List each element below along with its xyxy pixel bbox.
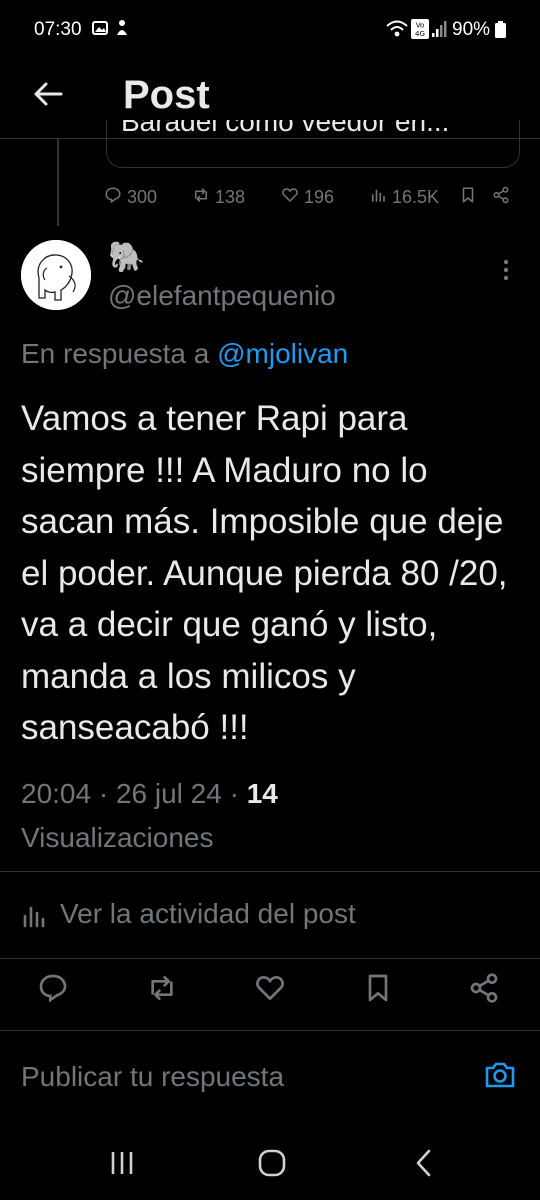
bookmark-icon [459, 186, 477, 209]
views-count[interactable]: 16.5K [369, 185, 439, 209]
post-activity-row[interactable]: Ver la actividad del post [0, 871, 540, 959]
views-label: Visualizaciones [21, 822, 214, 853]
home-icon [257, 1148, 287, 1183]
gallery-icon [92, 20, 108, 41]
bookmark-button[interactable] [358, 970, 398, 1010]
reply-count[interactable]: 300 [104, 185, 157, 209]
repost-button[interactable] [142, 970, 182, 1010]
signal-icon [432, 21, 448, 42]
bookmark-button-small[interactable] [459, 185, 477, 209]
back-nav-button[interactable] [394, 1140, 454, 1190]
quoted-post-card[interactable]: Baradel como veedor en... [106, 120, 520, 168]
wifi-icon [386, 20, 408, 43]
more-options-button[interactable] [496, 256, 516, 284]
post-body: Vamos a tener Rapi para siempre !!! A Ma… [21, 399, 508, 747]
arrow-left-icon [33, 81, 63, 112]
battery-icon [495, 21, 506, 43]
svg-text:4G: 4G [415, 30, 425, 38]
views-number: 14 [246, 778, 278, 809]
reply-icon [104, 186, 122, 209]
activity-label: Ver la actividad del post [60, 898, 356, 929]
post-time: 20:04 [21, 778, 92, 809]
battery-percent: 90% [452, 19, 491, 40]
display-name[interactable]: 🐘 [108, 240, 145, 275]
reply-context: En respuesta a @mjolivan [21, 338, 348, 370]
repost-icon [192, 186, 210, 209]
more-vertical-icon [496, 259, 516, 288]
reply-input[interactable]: Publicar tu respuesta [21, 1061, 284, 1093]
system-nav-bar [0, 1130, 540, 1200]
reply-prefix: En respuesta a [21, 338, 210, 369]
page-title: Post [123, 73, 210, 117]
share-button-small[interactable] [492, 185, 510, 209]
user-handle[interactable]: @elefantpequenio [108, 280, 336, 312]
analytics-icon [22, 904, 48, 933]
elephant-avatar-icon [21, 240, 91, 310]
reply-icon [37, 972, 69, 1009]
like-count[interactable]: 196 [281, 185, 334, 209]
camera-icon [483, 1060, 517, 1095]
post-meta: 20:04 · 26 jul 24 · 14 Visualizaciones [21, 778, 278, 853]
home-button[interactable] [242, 1140, 302, 1190]
reply-to-link[interactable]: @mjolivan [217, 338, 348, 369]
recent-apps-button[interactable] [92, 1140, 152, 1190]
quoted-post-text: Baradel como veedor en... [121, 120, 450, 137]
svg-text:Vo: Vo [416, 22, 425, 30]
heart-icon [281, 186, 299, 209]
thread-line [57, 138, 59, 226]
back-button[interactable] [26, 74, 70, 118]
status-time: 07:30 [34, 19, 82, 40]
avatar[interactable] [21, 240, 91, 310]
analytics-icon [369, 186, 387, 209]
recent-apps-icon [108, 1150, 136, 1181]
status-bar: 07:30 Vo 4G 90% [0, 0, 540, 60]
notification-icon [114, 19, 130, 42]
reply-button[interactable] [33, 970, 73, 1010]
reply-compose-bar: Publicar tu respuesta [0, 1030, 540, 1131]
post-date: 26 jul 24 [115, 778, 222, 809]
repost-icon [146, 972, 178, 1009]
repost-count[interactable]: 138 [192, 185, 245, 209]
chevron-left-icon [414, 1148, 434, 1183]
share-button[interactable] [464, 970, 504, 1010]
like-button[interactable] [250, 970, 290, 1010]
bookmark-icon [362, 972, 394, 1009]
camera-button[interactable] [480, 1057, 520, 1097]
volte-icon: Vo 4G [411, 19, 429, 44]
share-icon [468, 972, 500, 1009]
share-icon [492, 186, 510, 209]
heart-icon [254, 972, 286, 1009]
